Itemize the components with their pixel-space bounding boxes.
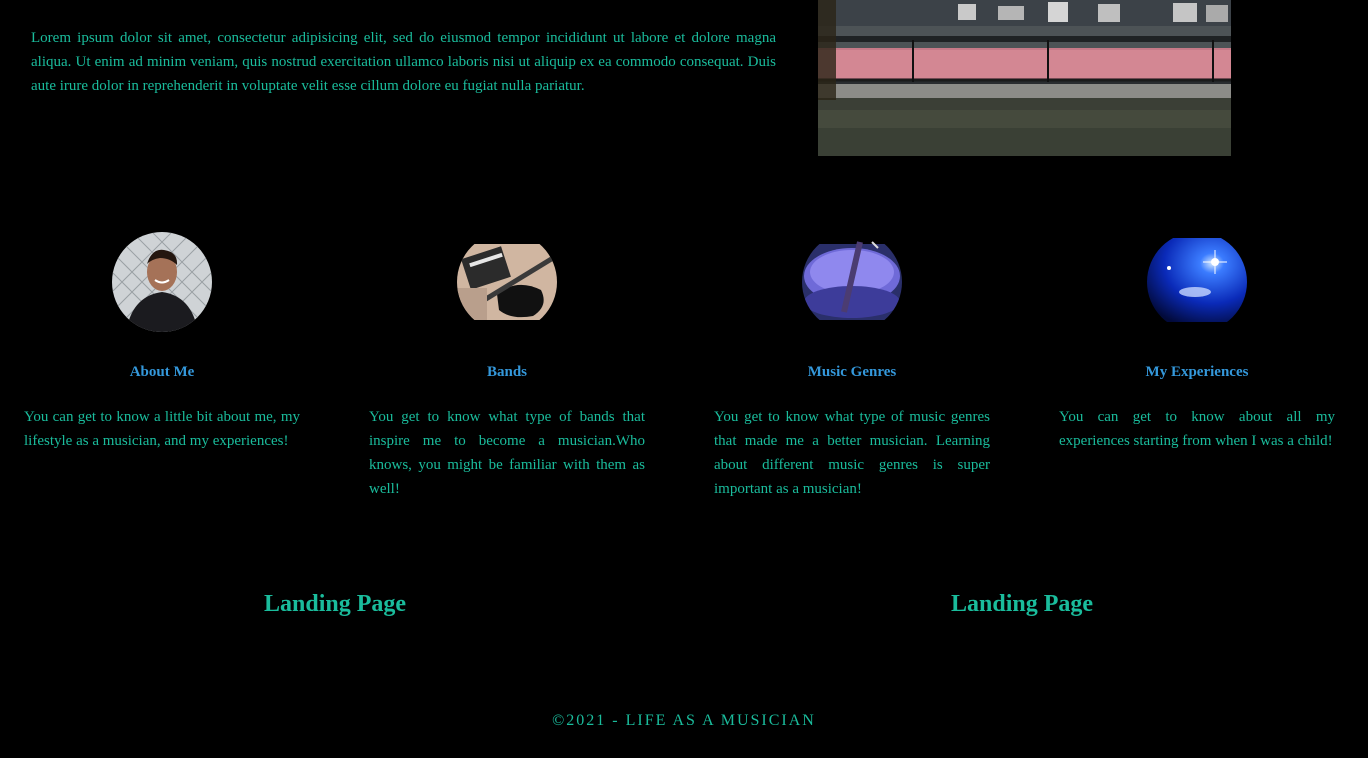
music-genres-title[interactable]: Music Genres <box>714 362 990 382</box>
music-genres-photo[interactable] <box>802 232 902 332</box>
landing-page-link-right[interactable]: Landing Page <box>872 589 1172 619</box>
about-me-title[interactable]: About Me <box>24 362 300 382</box>
bands-title[interactable]: Bands <box>369 362 645 382</box>
footer-copyright: ©2021 - LIFE AS A MUSICIAN <box>552 712 816 729</box>
my-experiences-photo[interactable] <box>1147 232 1247 332</box>
intro-paragraph: Lorem ipsum dolor sit amet, consectetur … <box>31 30 776 94</box>
my-experiences-description: You can get to know about all my experie… <box>1059 409 1335 449</box>
hero-photo-waterfront <box>818 0 1231 156</box>
my-experiences-title[interactable]: My Experiences <box>1059 362 1335 382</box>
landing-page-link-left[interactable]: Landing Page <box>185 589 485 619</box>
music-genres-description: You get to know what type of music genre… <box>714 409 990 497</box>
bands-description: You get to know what type of bands that … <box>369 409 645 497</box>
bands-photo[interactable] <box>457 232 557 332</box>
about-me-description: You can get to know a little bit about m… <box>24 409 300 449</box>
page: Lorem ipsum dolor sit amet, consectetur … <box>0 0 1368 758</box>
about-me-photo[interactable] <box>112 232 212 332</box>
